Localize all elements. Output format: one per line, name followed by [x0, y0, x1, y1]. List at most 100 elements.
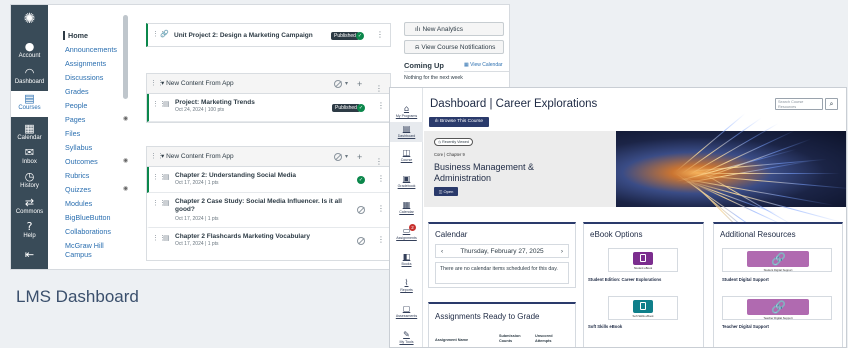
canvas-logo-icon: ✺	[23, 11, 36, 27]
unpublished-icon[interactable]	[334, 80, 342, 88]
link-icon: 🔗	[771, 300, 786, 314]
global-nav-courses[interactable]: ▤ Courses	[11, 91, 48, 117]
module-item-unit-project[interactable]: ⋮⋮ 🔗 Unit Project 2: Design a Marketing …	[146, 23, 391, 47]
drag-handle-icon[interactable]: ⋮⋮	[150, 74, 164, 94]
ebook-link-student[interactable]: Student Edition: Career Explorations	[588, 277, 661, 282]
published-check-icon[interactable]: ✓	[357, 104, 365, 112]
collapse-nav-button[interactable]: ⇤	[11, 249, 48, 261]
resource-tile-teacher[interactable]: 🔗 Teacher Digital Support	[722, 296, 832, 320]
resource-link-student[interactable]: Student Digital Support	[722, 277, 769, 282]
ebook-tile-student[interactable]: Student eBook	[608, 248, 678, 272]
module-item[interactable]: ⋮⋮ ▤ Chapter 2: Understanding Social Med…	[147, 167, 390, 193]
nav-course[interactable]: ◫ Course	[390, 148, 423, 162]
module-item-title[interactable]: Chapter 2 Case Study: Social Media Influ…	[175, 198, 345, 214]
module-item-title[interactable]: Unit Project 2: Design a Marketing Campa…	[174, 32, 313, 39]
ebook-tile-soft-skills[interactable]: Soft Skills eBook	[608, 296, 678, 320]
nav-assignments[interactable]: ▭ Assignments 2	[390, 224, 423, 240]
global-nav-account[interactable]: ● Account	[11, 41, 48, 60]
unpublished-icon[interactable]	[357, 206, 365, 214]
global-nav-history[interactable]: ◷ History	[11, 171, 48, 190]
next-day-button[interactable]: ›	[561, 245, 563, 258]
course-nav-bigbluebutton[interactable]: BigBlueButton	[65, 213, 111, 222]
search-button[interactable]: ⌕	[825, 98, 838, 110]
published-check-icon[interactable]: ✓	[356, 32, 364, 40]
nav-calendar[interactable]: ▦ Calendar	[390, 200, 423, 214]
dropdown-arrow-icon[interactable]: ▾	[345, 147, 348, 167]
open-button[interactable]: ◫ Open	[434, 187, 458, 196]
view-calendar-link[interactable]: ▦ View Calendar	[464, 62, 503, 68]
module-header[interactable]: ⋮⋮ ▾ New Content From App ▾ + ⋮	[147, 74, 390, 94]
course-nav-modules[interactable]: Modules	[65, 199, 92, 208]
search-input[interactable]: Search Course Resources	[775, 98, 823, 110]
additional-resources-heading: Additional Resources	[720, 230, 796, 239]
module-item[interactable]: ⋮⋮ ▤ Project: Marketing Trends Oct 24, 2…	[147, 94, 390, 122]
course-nav-grades[interactable]: Grades	[65, 87, 89, 96]
unpublished-icon[interactable]	[357, 237, 365, 245]
nav-gradebook[interactable]: ▣ Gradebook	[390, 174, 423, 188]
calendar-card: Calendar ‹ Thursday, February 27, 2025 ›…	[428, 222, 576, 288]
nav-my-programs[interactable]: ⌂ My Programs	[390, 104, 423, 118]
unpublished-icon[interactable]	[334, 153, 342, 161]
module-item[interactable]: ⋮⋮ ▤ Chapter 2 Flashcards Marketing Voca…	[147, 228, 390, 256]
resource-link-teacher[interactable]: Teacher Digital Support	[722, 324, 769, 329]
kebab-menu-icon[interactable]: ⋮	[377, 204, 385, 213]
course-nav-discussions[interactable]: Discussions	[65, 73, 103, 82]
dropdown-arrow-icon[interactable]: ▾	[345, 74, 348, 94]
global-nav-inbox[interactable]: ✉ Inbox	[11, 147, 48, 166]
books-icon: ◧	[402, 252, 411, 261]
module-item-title[interactable]: Chapter 2: Understanding Social Media	[175, 172, 345, 180]
kebab-menu-icon[interactable]: ⋮	[377, 235, 385, 244]
nav-my-tools[interactable]: ✎ My Tools	[390, 330, 423, 344]
ready-to-grade-card: Assignments Ready to Grade Assignment Na…	[428, 302, 576, 347]
global-nav-commons[interactable]: ⇄ Commons	[11, 197, 48, 216]
global-nav-calendar[interactable]: ▦ Calendar	[11, 123, 48, 142]
resource-tile-student[interactable]: 🔗 Student Digital Support	[722, 248, 832, 272]
resource-tile-image: 🔗	[747, 251, 809, 267]
calendar-date: Thursday, February 27, 2025	[460, 248, 544, 255]
drag-handle-icon[interactable]: ⋮⋮	[150, 147, 164, 167]
course-nav-announcements[interactable]: Announcements◉	[65, 45, 128, 54]
course-nav-outcomes[interactable]: Outcomes ◉	[65, 157, 128, 166]
published-check-icon[interactable]: ✓	[357, 176, 365, 184]
global-navigation: ✺ ● Account ◠ Dashboard ▤ Courses ▦ Calendar…	[11, 5, 48, 269]
canvas-logo[interactable]: ✺	[11, 11, 48, 28]
global-nav-help[interactable]: ? Help	[11, 221, 48, 240]
nav-books[interactable]: ◧ Books	[390, 252, 423, 266]
module-item-title[interactable]: Chapter 2 Flashcards Marketing Vocabular…	[175, 233, 345, 241]
nav-reports[interactable]: ⌇ Reports	[390, 278, 423, 292]
global-nav-dashboard[interactable]: ◠ Dashboard	[11, 67, 48, 86]
history-icon: ◷	[24, 170, 35, 183]
kebab-menu-icon[interactable]: ⋮	[377, 101, 385, 110]
course-nav-scrollbar[interactable]	[123, 15, 128, 99]
nav-dashboard[interactable]: ▤ Dashboard	[390, 122, 423, 142]
course-nav-pages[interactable]: Pages ◉	[65, 115, 128, 124]
kebab-menu-icon[interactable]: ⋮	[377, 174, 385, 183]
recently-viewed-tag: ◷ Recently Viewed	[434, 138, 473, 146]
course-nav-mcgraw-hill[interactable]: McGraw Hill Campus	[65, 241, 115, 259]
ebook-tile-image	[633, 252, 653, 265]
hero-image	[616, 113, 846, 270]
course-nav-collaborations[interactable]: Collaborations	[65, 227, 111, 236]
course-nav-rubrics[interactable]: Rubrics	[65, 171, 89, 180]
new-analytics-button[interactable]: ılı New Analytics	[404, 22, 504, 36]
ebook-tile-image	[633, 300, 653, 313]
course-nav-assignments[interactable]: Assignments	[65, 59, 106, 68]
course-nav-quizzes[interactable]: Quizzes ◉	[65, 185, 128, 194]
add-item-icon[interactable]: +	[357, 74, 362, 94]
module-item-title[interactable]: Project: Marketing Trends	[175, 99, 345, 107]
ebook-link-soft-skills[interactable]: Soft Skills eBook	[588, 324, 622, 329]
browse-course-button[interactable]: ılı Browse This Course	[429, 117, 489, 127]
course-nav-people[interactable]: People	[65, 101, 87, 110]
course-nav-syllabus[interactable]: Syllabus	[65, 143, 92, 152]
course-nav-files[interactable]: Files	[65, 129, 80, 138]
previous-day-button[interactable]: ‹	[441, 245, 443, 258]
view-notifications-button[interactable]: ⍾ View Course Notifications	[404, 40, 504, 54]
module-header[interactable]: ⋮⋮ ▾ New Content From App ▾ + ⋮	[147, 147, 390, 167]
kebab-menu-icon[interactable]: ⋮	[376, 30, 384, 39]
course-nav-home[interactable]: Home	[63, 31, 88, 40]
module-item-date: Oct 17, 2024 | 1 pts	[175, 180, 219, 186]
add-item-icon[interactable]: +	[357, 147, 362, 167]
nav-assessments[interactable]: ▢ Assessments	[390, 304, 423, 318]
module-item[interactable]: ⋮⋮ ▤ Chapter 2 Case Study: Social Media …	[147, 193, 390, 228]
module-title: New Content From App	[166, 80, 234, 87]
